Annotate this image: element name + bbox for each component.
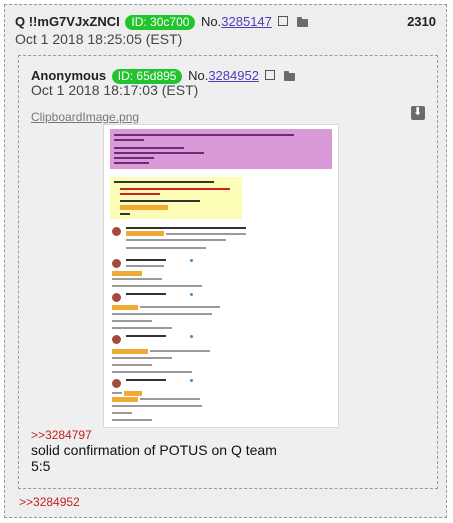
- poster-name: Q !!mG7VJxZNCI: [15, 14, 120, 29]
- post-no-label: No.: [201, 14, 222, 29]
- external-link-icon[interactable]: [264, 70, 275, 80]
- folder-icon[interactable]: [284, 71, 296, 81]
- post-card: Q !!mG7VJxZNCI ID: 30c700 No.3285147 231…: [4, 4, 447, 518]
- post-message: solid confirmation of POTUS on Q team 5:…: [31, 442, 277, 474]
- quoted-number-link[interactable]: 3284952: [208, 68, 259, 83]
- attachment-filename[interactable]: ClipboardImage.png: [31, 110, 139, 124]
- quoted-no-label: No.: [188, 68, 209, 83]
- post-count: 2310: [407, 14, 436, 29]
- poster-id-badge[interactable]: ID: 30c700: [125, 15, 196, 30]
- quoted-post: Anonymous ID: 65d895 No.3284952 Oct 1 20…: [18, 55, 438, 489]
- message-line-2: 5:5: [31, 458, 51, 474]
- post-header: Q !!mG7VJxZNCI ID: 30c700 No.3285147 231…: [15, 14, 436, 32]
- quoted-poster-name: Anonymous: [31, 68, 107, 83]
- attachment-thumbnail[interactable]: [103, 124, 339, 428]
- post-number-link[interactable]: 3285147: [221, 14, 272, 29]
- reply-link[interactable]: >>3284797: [31, 428, 92, 442]
- quoted-post-date: Oct 1 2018 18:17:03 (EST): [31, 82, 199, 98]
- message-line-1: solid confirmation of POTUS on Q team: [31, 442, 277, 458]
- external-link-icon[interactable]: [277, 16, 288, 26]
- backlink-reply[interactable]: >>3284952: [19, 495, 80, 509]
- folder-icon[interactable]: [297, 17, 309, 27]
- post-date: Oct 1 2018 18:25:05 (EST): [15, 31, 183, 47]
- download-icon[interactable]: [411, 105, 425, 120]
